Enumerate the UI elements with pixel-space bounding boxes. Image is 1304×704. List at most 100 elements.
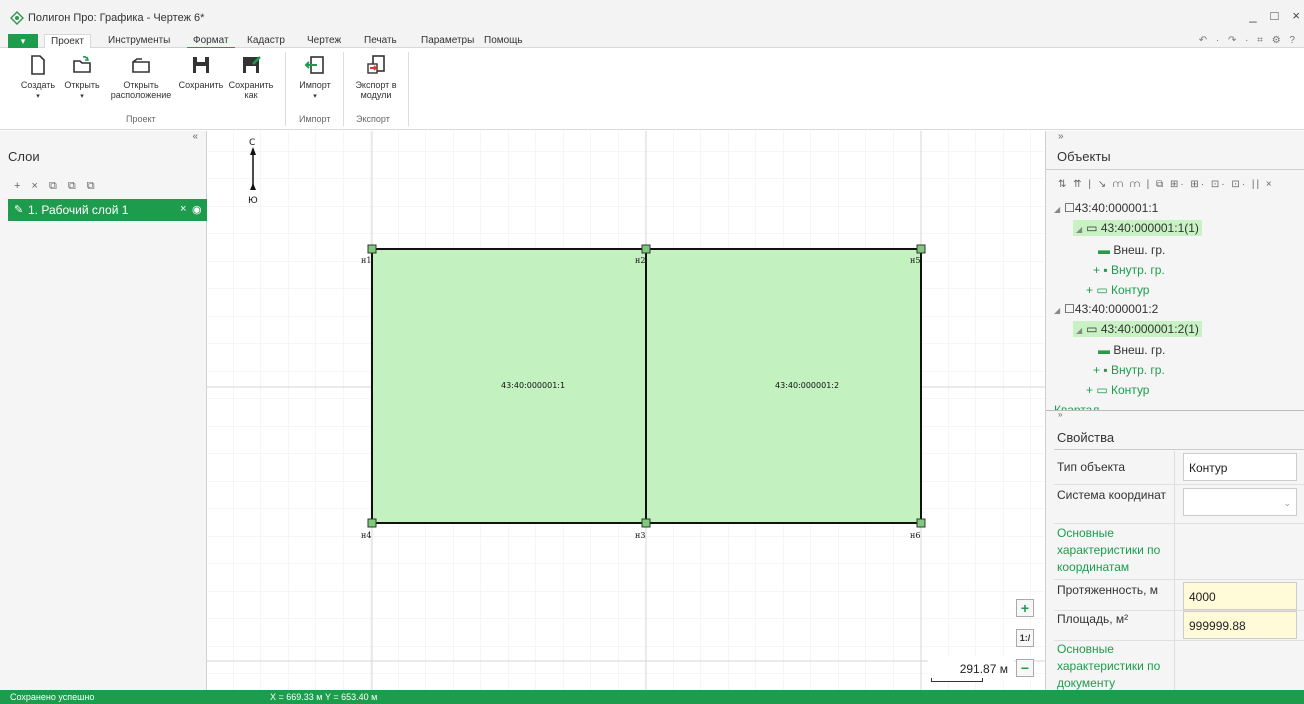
tree-item-selected-parcel[interactable]: ◢ ▭ 43:40:000001:1(1) <box>1073 220 1202 236</box>
panel-splitter[interactable] <box>1046 410 1304 411</box>
layer-toolbar[interactable]: + × ⧉ ⧉ ⧉ <box>14 180 99 193</box>
zoom-in-button[interactable]: + <box>1016 599 1034 617</box>
section-by-coordinates: Основные характеристики по координатам <box>1057 526 1161 574</box>
divider <box>1054 449 1304 450</box>
tree-item-parcel[interactable]: ◢ ☐43:40:000001:1 <box>1054 201 1158 215</box>
file-menu-button[interactable]: ▾ <box>8 34 38 48</box>
tab-print[interactable]: Печать <box>358 34 403 49</box>
ribbon: Создать ▾ Открыть ▾ Открыть расположение Со… <box>0 48 1304 130</box>
ribbon-separator <box>408 52 409 126</box>
tab-format[interactable]: Формат <box>187 34 235 49</box>
divider <box>1054 484 1304 485</box>
right-panel: » Объекты ⇅ ⇈ | ↘ ⩋ ⩋ | ⧉ ⊞· ⊞· ⊡· ⊡· ||… <box>1045 131 1304 690</box>
length-label: Протяженность, м <box>1057 583 1158 597</box>
open-button[interactable]: Открыть ▾ <box>62 54 102 102</box>
import-button[interactable]: Импорт ▾ <box>292 54 338 102</box>
group-label-project: Проект <box>126 114 156 124</box>
new-document-icon <box>27 54 49 76</box>
tab-project[interactable]: Проект <box>44 34 91 49</box>
area-field[interactable]: 999999.88 <box>1183 611 1297 639</box>
divider <box>1046 169 1304 170</box>
visibility-eye-icon[interactable]: ◉ <box>192 203 202 216</box>
drawing-canvas[interactable]: н1 н2 н5 н4 н3 н6 43:40:000001:1 43:40:0… <box>207 131 1045 690</box>
object-type-label: Тип объекта <box>1057 460 1126 474</box>
divider <box>1054 523 1304 524</box>
vertex-marker[interactable] <box>367 518 377 528</box>
ribbon-separator <box>343 52 344 126</box>
tree-item-contour[interactable]: + ▭ Контур <box>1086 283 1149 297</box>
collapse-right-panel-button[interactable]: » <box>1058 131 1064 142</box>
area-label: Площадь, м² <box>1057 612 1129 626</box>
tree-item-parcel[interactable]: ◢ ☐43:40:000001:2 <box>1054 302 1158 316</box>
minimize-button[interactable]: _ <box>1249 8 1256 23</box>
import-icon <box>304 54 326 76</box>
north-arrow: С Ю <box>245 135 261 205</box>
export-to-modules-button[interactable]: Экспорт в модули <box>348 54 404 100</box>
compass-north-label: С <box>249 138 255 148</box>
vertex-marker[interactable] <box>641 244 651 254</box>
save-button[interactable]: Сохранить <box>178 54 224 90</box>
scale-bar <box>931 678 983 682</box>
objects-toolbar[interactable]: ⇅ ⇈ | ↘ ⩋ ⩋ | ⧉ ⊞· ⊞· ⊡· ⊡· || × <box>1058 179 1274 190</box>
ribbon-tab-bar: ▾ Проект Инструменты Формат Кадастр Черт… <box>0 32 1304 49</box>
chevron-down-icon: ⌄ <box>1283 498 1291 508</box>
maximize-button[interactable]: □ <box>1271 8 1279 23</box>
delete-layer-icon[interactable]: × <box>180 203 186 215</box>
tree-item-inner-boundary[interactable]: + ▪ Внутр. гр. <box>1093 263 1165 277</box>
ribbon-separator <box>285 52 286 126</box>
parcel-label-2: 43:40:000001:2 <box>775 381 839 390</box>
point-label: н3 <box>635 531 645 540</box>
vertex-marker[interactable] <box>916 244 926 254</box>
window-controls: _ □ × <box>1249 8 1300 23</box>
point-label: н2 <box>635 256 645 265</box>
tree-item-contour[interactable]: + ▭ Контур <box>1086 383 1149 397</box>
collapse-properties-button[interactable]: » <box>1058 410 1062 419</box>
coordinate-system-label: Система координат <box>1057 488 1167 502</box>
quick-access-toolbar[interactable]: ↶ · ↷ · ⌗ ⚙ ? <box>1199 35 1298 46</box>
point-label: н4 <box>361 531 371 540</box>
objects-panel-title: Объекты <box>1057 149 1111 164</box>
tree-item-inner-boundary[interactable]: + ▪ Внутр. гр. <box>1093 363 1165 377</box>
export-icon <box>365 54 387 76</box>
layer-item[interactable]: ✎ 1. Рабочий слой 1 × ◉ <box>8 199 207 221</box>
pencil-icon: ✎ <box>14 204 24 216</box>
tab-drawing[interactable]: Чертеж <box>301 34 347 49</box>
window-title: Полигон Про: Графика - Чертеж 6* <box>28 12 205 24</box>
tab-help[interactable]: Помощь <box>478 34 529 49</box>
title-bar: Полигон Про: Графика - Чертеж 6* _ □ × <box>0 0 1304 32</box>
close-button[interactable]: × <box>1292 8 1300 23</box>
zoom-out-button[interactable]: − <box>1016 659 1034 677</box>
length-field[interactable]: 4000 <box>1183 582 1297 610</box>
collapse-left-panel-button[interactable]: « <box>192 131 198 142</box>
point-label: н5 <box>910 256 920 265</box>
layer-name: 1. Рабочий слой 1 <box>28 203 129 217</box>
coordinate-system-select[interactable]: ⌄ <box>1183 488 1297 516</box>
status-bar: Сохранено успешно X = 669.33 м Y = 653.4… <box>0 690 1304 704</box>
open-location-button[interactable]: Открыть расположение <box>106 54 176 100</box>
app-logo-icon <box>10 11 24 25</box>
tab-parameters[interactable]: Параметры <box>415 34 480 49</box>
save-as-button[interactable]: Сохранить как <box>226 54 276 100</box>
group-label-export: Экспорт <box>356 114 390 124</box>
status-message: Сохранено успешно <box>10 692 95 702</box>
tree-item-outer-boundary[interactable]: ▬ Внеш. гр. <box>1098 243 1165 257</box>
vertex-marker[interactable] <box>641 518 651 528</box>
tab-tools[interactable]: Инструменты <box>102 34 176 49</box>
cursor-coordinates: X = 669.33 м Y = 653.40 м <box>270 692 378 702</box>
layers-panel-title: Слои <box>8 149 40 164</box>
tree-item-selected-parcel[interactable]: ◢ ▭ 43:40:000001:2(1) <box>1073 321 1202 337</box>
zoom-scale-button[interactable]: 1:/ <box>1016 629 1034 647</box>
section-by-document: Основные характеристики по документу <box>1057 642 1161 690</box>
tree-item-outer-boundary[interactable]: ▬ Внеш. гр. <box>1098 343 1165 357</box>
properties-panel-title: Свойства <box>1057 430 1115 445</box>
create-button[interactable]: Создать ▾ <box>18 54 58 102</box>
vertex-marker[interactable] <box>367 244 377 254</box>
open-folder-icon <box>71 54 93 76</box>
tab-cadastre[interactable]: Кадастр <box>241 34 291 49</box>
object-type-field[interactable]: Контур <box>1183 453 1297 481</box>
save-as-icon <box>240 54 262 76</box>
vertex-marker[interactable] <box>916 518 926 528</box>
map-svg: н1 н2 н5 н4 н3 н6 43:40:000001:1 43:40:0… <box>207 131 1045 690</box>
compass-south-label: Ю <box>248 196 258 205</box>
divider <box>1054 579 1304 580</box>
